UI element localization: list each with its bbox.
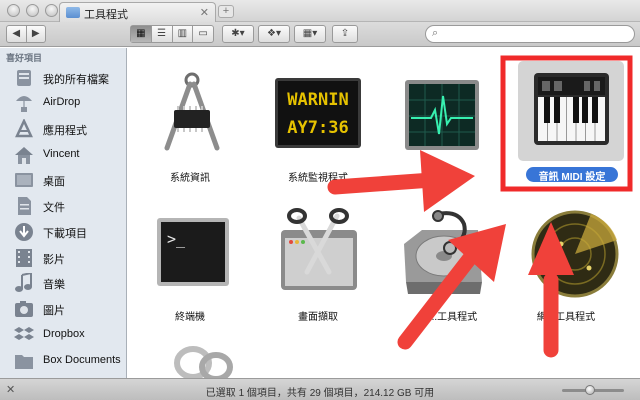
sidebar-item-label: 下載項目 xyxy=(43,228,87,240)
title-bar: 工具程式 ✕ + xyxy=(0,0,640,22)
applications-icon xyxy=(15,119,33,138)
sidebar-item-all-files[interactable]: 我的所有檔案 xyxy=(0,66,127,90)
all-files-icon xyxy=(17,70,31,86)
airdrop-icon xyxy=(16,96,32,112)
activity-monitor-icon: WARNIN AY7:36 xyxy=(275,78,361,148)
action-menu-button[interactable]: ✱▾ xyxy=(222,25,254,43)
file-name: 音訊 MIDI 設定 xyxy=(538,172,606,183)
terminal-icon: >_ xyxy=(157,218,229,286)
minimize-window-button[interactable] xyxy=(26,4,39,17)
status-text: 已選取 1 個項目，共有 29 個項目，214.12 GB 可用 xyxy=(205,388,435,399)
disk-utility-icon xyxy=(404,210,482,294)
sidebar-item-downloads[interactable]: 下載項目 xyxy=(0,220,127,244)
sidebar-item-airdrop[interactable]: AirDrop xyxy=(0,91,127,115)
finder-tab[interactable]: 工具程式 ✕ xyxy=(59,2,216,22)
search-icon: ⌕ xyxy=(432,27,439,39)
pictures-icon xyxy=(15,301,33,317)
file-item-system-information[interactable]: 系統資訊 xyxy=(135,48,245,188)
file-name: 系統資訊 xyxy=(170,173,210,184)
home-icon xyxy=(15,147,33,164)
folder-icon xyxy=(66,7,80,18)
sidebar-item-dropbox[interactable]: Dropbox xyxy=(0,323,127,347)
share-button[interactable]: ⇪ xyxy=(332,25,358,43)
file-name: 終端機 xyxy=(175,312,205,323)
forward-button[interactable]: ▶ xyxy=(27,26,46,42)
system-information-icon xyxy=(164,72,220,151)
finder-window: 工具程式 ✕ + ◀ ▶ ▦ ☰ ▥ ▭ ✱▾ ❖▾ ▦▾ ⇪ ⌕ 喜好項目 我… xyxy=(0,0,640,400)
file-item-grab[interactable]: 畫面擷取 xyxy=(263,208,373,348)
display-line-1: WARNIN xyxy=(287,90,348,110)
sidebar-item-movies[interactable]: 影片 xyxy=(0,246,127,270)
status-bar: ✕ 已選取 1 個項目，共有 29 個項目，214.12 GB 可用 xyxy=(0,378,640,400)
folder-icon xyxy=(15,355,33,369)
dropbox-menu-button[interactable]: ❖▾ xyxy=(258,25,290,43)
sidebar-item-label: 應用程式 xyxy=(43,125,87,137)
desktop-icon xyxy=(15,173,33,187)
audio-midi-icon xyxy=(534,73,609,145)
display-line-2: AY7:36 xyxy=(287,118,348,138)
sidebar-item-label: 音樂 xyxy=(43,279,65,291)
file-item-disk-utility[interactable]: 磁...工具程式 xyxy=(393,208,503,348)
sidebar-item-label: Box Documents xyxy=(43,354,121,366)
list-view-button[interactable]: ☰ xyxy=(152,26,173,42)
grab-icon xyxy=(281,208,357,290)
file-item-terminal[interactable]: >_ 終端機 xyxy=(135,208,245,348)
back-button[interactable]: ◀ xyxy=(7,26,27,42)
window-controls xyxy=(7,4,58,17)
sidebar: 喜好項目 我的所有檔案 AirDrop 應用程式 Vincent 桌面 文件 下… xyxy=(0,48,127,378)
file-grid: 系統資訊 WARNIN AY7:36 系統監視程式 音訊 MIDI 設定 >_ … xyxy=(128,48,640,378)
sidebar-item-label: 圖片 xyxy=(43,305,65,317)
network-utility-icon xyxy=(531,210,619,298)
icon-view-button[interactable]: ▦ xyxy=(131,26,152,42)
view-mode-control: ▦ ☰ ▥ ▭ xyxy=(130,25,214,43)
file-name: 畫面擷取 xyxy=(298,312,338,323)
movies-icon xyxy=(16,249,32,267)
sidebar-item-label: Dropbox xyxy=(43,328,85,340)
sidebar-item-pictures[interactable]: 圖片 xyxy=(0,297,127,321)
file-item-activity-monitor[interactable]: WARNIN AY7:36 系統監視程式 xyxy=(263,48,373,188)
search-input[interactable]: ⌕ xyxy=(425,25,635,43)
documents-icon xyxy=(18,197,31,215)
file-item-audio-midi-setup[interactable]: 音訊 MIDI 設定 xyxy=(511,48,624,188)
sidebar-item-label: AirDrop xyxy=(43,96,81,108)
column-view-button[interactable]: ▥ xyxy=(173,26,194,42)
new-tab-button[interactable]: + xyxy=(218,5,234,18)
file-item-network-utility[interactable]: 網...工具程式 xyxy=(511,208,621,348)
sidebar-item-label: Vincent xyxy=(43,148,80,160)
tab-title: 工具程式 xyxy=(84,9,128,21)
file-name: 網...工具程式 xyxy=(536,312,596,323)
icon-size-slider-knob[interactable] xyxy=(584,385,595,395)
sidebar-item-applications[interactable]: 應用程式 xyxy=(0,117,127,141)
terminal-prompt: >_ xyxy=(167,230,186,248)
sidebar-item-label: 文件 xyxy=(43,202,65,214)
console-icon xyxy=(405,80,479,150)
sidebar-heading: 喜好項目 xyxy=(6,53,43,63)
music-icon xyxy=(15,273,32,292)
sidebar-item-label: 影片 xyxy=(43,254,65,266)
back-forward-control: ◀ ▶ xyxy=(6,25,46,43)
sidebar-item-label: 我的所有檔案 xyxy=(43,74,109,86)
dropbox-icon xyxy=(14,327,34,340)
coverflow-view-button[interactable]: ▭ xyxy=(193,26,213,42)
sidebar-item-box-documents[interactable]: Box Documents xyxy=(0,349,127,373)
sidebar-item-desktop[interactable]: 桌面 xyxy=(0,168,127,192)
downloads-icon xyxy=(15,223,33,241)
file-name: 磁...工具程式 xyxy=(418,312,478,323)
zoom-window-button[interactable] xyxy=(45,4,58,17)
tab-close-icon[interactable]: ✕ xyxy=(200,6,209,19)
sidebar-item-label: 桌面 xyxy=(43,176,65,188)
keychain-icon xyxy=(174,346,233,378)
file-item-console[interactable] xyxy=(393,48,503,188)
sidebar-item-home[interactable]: Vincent xyxy=(0,143,127,167)
file-name: 系統監視程式 xyxy=(288,173,348,184)
arrange-menu-button[interactable]: ▦▾ xyxy=(294,25,326,43)
sidebar-item-music[interactable]: 音樂 xyxy=(0,271,127,295)
close-window-button[interactable] xyxy=(7,4,20,17)
toolbar: ◀ ▶ ▦ ☰ ▥ ▭ ✱▾ ❖▾ ▦▾ ⇪ ⌕ xyxy=(0,22,640,47)
sidebar-item-documents[interactable]: 文件 xyxy=(0,194,127,218)
